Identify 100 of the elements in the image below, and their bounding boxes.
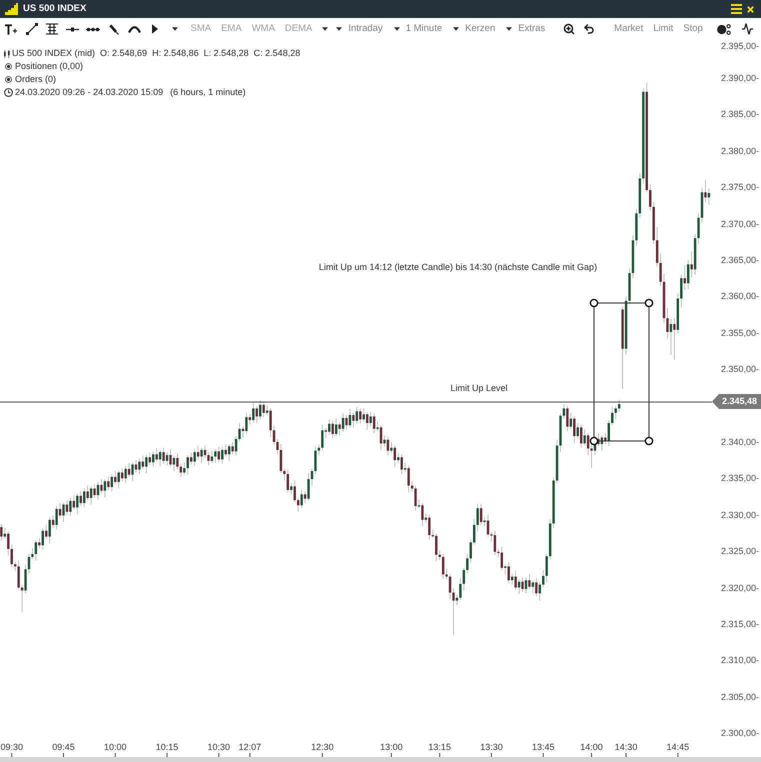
arc-icon [128, 25, 141, 33]
price-axis-label: 2.370,00- [720, 218, 759, 230]
time-axis-tick [166, 753, 168, 757]
price-axis-label: 2.380,00- [720, 144, 759, 157]
time-axis-label: 13:30 [480, 742, 503, 753]
order-type-button[interactable]: Limit [649, 18, 678, 40]
time-axis-label: 10:00 [104, 742, 127, 753]
triangle-icon [152, 24, 158, 34]
price-axis-label: 2.325,00- [720, 545, 759, 558]
menu-icon[interactable] [731, 4, 742, 14]
annotation-rectangle[interactable] [594, 302, 650, 442]
price-axis-label: 2.365,00- [720, 254, 759, 266]
price-level-line[interactable] [0, 402, 712, 403]
time-axis-tick [249, 753, 250, 757]
time-axis-label: 12:07 [238, 742, 262, 753]
indicator-button[interactable]: EMA [217, 18, 246, 40]
current-price-tag: 2.345,48 [712, 394, 761, 410]
caret-icon [453, 27, 460, 31]
time-axis-label: 12:30 [311, 742, 334, 753]
instrument-info: US 500 INDEX (mid) [12, 47, 96, 60]
time-axis-tick [542, 753, 544, 757]
instrument-info: H: 2.548,86 [152, 47, 199, 60]
order-type-button[interactable]: Market [610, 18, 648, 40]
time-axis-tick [677, 753, 678, 757]
dropdown-button[interactable]: Intraday [332, 18, 387, 40]
stairs-logo-icon [5, 3, 18, 15]
caret-icon [506, 27, 512, 31]
price-axis-label: 2.330,00- [720, 508, 759, 521]
caret-icon [336, 27, 342, 31]
radio-dot-icon [5, 76, 12, 83]
time-axis-label: 13:45 [532, 742, 554, 753]
anchor-handle[interactable] [644, 436, 654, 446]
price-axis-label: 2.310,00- [720, 654, 759, 666]
dotted-line-icon [86, 26, 100, 32]
time-axis-tick [11, 753, 12, 757]
caret-icon [322, 27, 328, 31]
price-axis-label: 2.385,00- [720, 108, 759, 120]
chart-annotation: Limit Up Level [450, 382, 508, 394]
positions-label: Positionen (0,00) [15, 60, 84, 73]
price-axis-label: 2.375,00- [720, 181, 759, 194]
time-range: 24.03.2020 09:26 - 24.03.2020 15:09 [15, 86, 164, 99]
price-axis-label: 2.360,00- [720, 290, 759, 302]
instrument-info: O: 2.548,69 [100, 47, 148, 60]
time-axis-tick [490, 753, 492, 757]
price-axis-label: 2.350,00- [720, 363, 759, 376]
time-axis-tick [591, 753, 592, 757]
time-axis-tick [218, 753, 220, 757]
time-axis-tick [322, 753, 323, 757]
close-icon[interactable] [747, 6, 754, 12]
caret-icon [394, 27, 400, 31]
time-axis-label: 10:30 [208, 742, 230, 753]
anchor-handle[interactable] [590, 298, 598, 308]
circles-icon [716, 24, 731, 34]
pulse-icon [741, 23, 754, 35]
horizontal-line-icon [66, 26, 80, 32]
pencil-icon [108, 24, 119, 34]
candlestick-icon [4, 50, 11, 58]
undo-icon [583, 23, 596, 35]
time-axis-tick [626, 753, 627, 757]
grid-lines-icon [46, 23, 58, 35]
price-axis-label: 2.315,00- [720, 618, 759, 630]
price-axis-label: 2.390,00- [720, 72, 759, 84]
time-axis-label: 09:30 [0, 742, 23, 753]
instrument-info: C: 2.548,28 [254, 47, 300, 60]
time-axis-tick [114, 753, 116, 757]
price-axis-label: 2.355,00- [720, 326, 759, 339]
orders-label: Orders (0) [15, 73, 56, 86]
time-axis-label: 09:45 [52, 742, 75, 753]
indicator-button[interactable]: SMA [186, 18, 216, 40]
time-axis-label: 14:00 [580, 742, 603, 753]
time-axis-tick [390, 753, 392, 757]
duration-label: (6 hours, 1 minute) [170, 86, 246, 99]
time-axis-label: 14:45 [666, 742, 690, 753]
instrument-info: L: 2.548,28 [204, 47, 249, 60]
dropdown-button[interactable]: Extras [502, 18, 550, 40]
price-axis-label: 2.395,00- [720, 40, 759, 52]
time-axis-tick [439, 753, 440, 757]
time-axis-label: 13:00 [380, 742, 403, 753]
price-axis-label: 2.335,00- [720, 472, 759, 484]
zoom-in-icon [563, 23, 576, 35]
dropdown-button[interactable]: 1 Minute [390, 18, 446, 40]
horizontal-scrollbar[interactable] [0, 757, 761, 762]
text-tool-icon [5, 24, 18, 34]
indicator-button[interactable]: WMA [248, 18, 279, 40]
caret-icon [172, 27, 178, 31]
price-axis-label: 2.305,00- [720, 690, 759, 703]
anchor-handle[interactable] [644, 298, 654, 308]
price-axis-label: 2.340,00- [720, 436, 759, 448]
clock-icon [4, 88, 13, 97]
time-axis-label: 13:15 [428, 742, 451, 753]
time-axis-tick [63, 753, 64, 757]
diagonal-line-icon [26, 23, 38, 35]
radio-dot-icon [5, 63, 12, 70]
order-type-button[interactable]: Stop [679, 18, 707, 40]
price-axis-label: 2.300,00- [720, 727, 759, 740]
anchor-handle[interactable] [590, 436, 598, 446]
dropdown-button[interactable]: Kerzen [449, 18, 500, 40]
window-title: US 500 INDEX [23, 3, 86, 15]
indicator-button[interactable]: DEMA [280, 18, 316, 40]
chart-annotation: Limit Up um 14:12 (letzte Candle) bis 14:30 (nächste Candle mit Gap) [318, 261, 598, 273]
